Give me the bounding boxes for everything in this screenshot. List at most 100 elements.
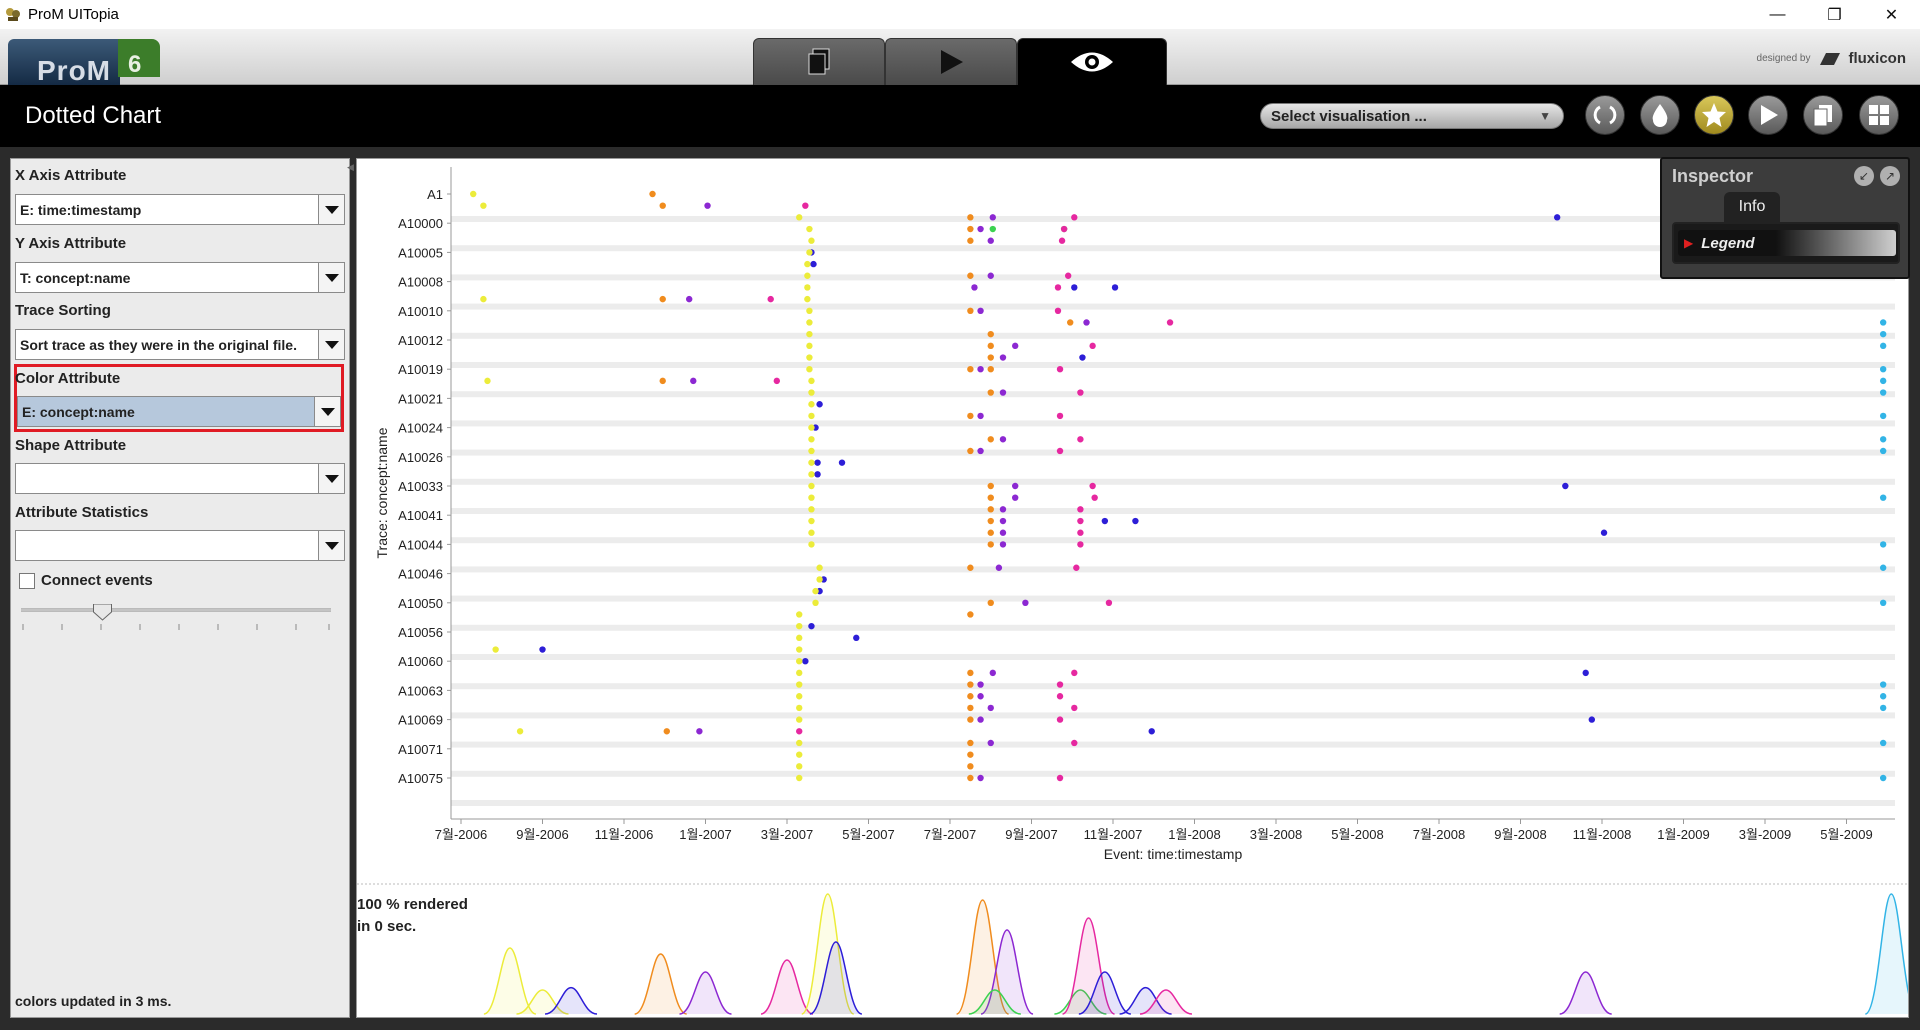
event-dot: [808, 506, 815, 513]
event-dot: [1879, 389, 1887, 396]
mode-tabs: [753, 38, 1167, 85]
event-dot: [1588, 716, 1596, 723]
refresh-icon: [1593, 105, 1617, 125]
x-axis-value: E: time:timestamp: [20, 202, 142, 218]
grid-button[interactable]: [1859, 95, 1899, 135]
event-dot: [977, 774, 984, 782]
inspector-body: ▶ Legend: [1672, 222, 1900, 264]
event-dot: [804, 260, 811, 268]
trace-sorting-value: Sort trace as they were in the original …: [20, 337, 297, 353]
x-tick-label: 1월-2009: [1657, 827, 1709, 842]
y-tick-label: A10050: [398, 596, 443, 611]
trace-sorting-select[interactable]: Sort trace as they were in the original …: [15, 329, 345, 360]
event-dot: [1089, 482, 1096, 490]
y-axis-select[interactable]: T: concept:name: [15, 262, 345, 293]
legend-toggle[interactable]: ▶ Legend: [1678, 230, 1896, 256]
views-tab[interactable]: [1017, 38, 1167, 85]
favorite-button[interactable]: [1694, 95, 1734, 135]
x-axis-title: Event: time:timestamp: [1104, 846, 1243, 862]
close-button[interactable]: ✕: [1863, 0, 1920, 29]
event-dot: [802, 202, 809, 209]
detach-icon[interactable]: ↗: [1880, 166, 1900, 186]
event-dot: [1879, 436, 1887, 443]
event-dot: [1879, 739, 1887, 747]
x-axis-select[interactable]: E: time:timestamp: [15, 194, 345, 225]
event-dot: [659, 295, 666, 303]
event-dot: [1056, 447, 1064, 455]
inspector-tab-info[interactable]: Info: [1724, 192, 1780, 222]
event-dot: [987, 494, 994, 501]
event-dot: [1132, 517, 1139, 525]
event-dot: [796, 681, 803, 688]
color-attribute-value: E: concept:name: [22, 404, 135, 420]
x-axis-label: X Axis Attribute: [15, 167, 127, 184]
event-dot: [971, 284, 978, 291]
prom-logo: ProM 6: [8, 39, 160, 86]
event-dot: [816, 564, 823, 571]
y-tick-label: A10069: [398, 713, 443, 728]
x-tick-label: 11월-2008: [1573, 827, 1632, 842]
connect-events-checkbox[interactable]: [19, 572, 35, 589]
inspector-panel: Inspector ↙ ↗ Info ▶ Legend: [1660, 157, 1910, 279]
actions-tab[interactable]: [885, 38, 1017, 85]
event-dot: [999, 354, 1007, 361]
restore-button[interactable]: ❐: [1806, 0, 1863, 29]
event-dot: [987, 541, 994, 548]
color-attribute-select[interactable]: E: concept:name: [17, 396, 341, 427]
event-dot: [539, 646, 546, 653]
event-dot: [987, 436, 994, 443]
event-dot: [989, 214, 996, 221]
event-dot: [987, 389, 994, 396]
y-tick-label: A10063: [398, 683, 443, 698]
row-band: [451, 770, 1895, 777]
size-slider[interactable]: [21, 604, 331, 634]
event-dot: [806, 330, 813, 338]
event-dot: [796, 622, 803, 630]
minimize-button[interactable]: —: [1749, 0, 1806, 29]
event-dot: [987, 704, 994, 712]
workspace-tab[interactable]: [753, 38, 885, 85]
event-dot: [767, 295, 774, 303]
event-dot: [1879, 564, 1887, 571]
collapse-icon[interactable]: ↙: [1854, 166, 1874, 186]
dotted-chart[interactable]: A1 A10000 A10005 A10008 A10010 A10012 A10019 A1…: [357, 159, 1908, 1017]
splitter-handle[interactable]: ◀: [347, 162, 354, 182]
visualisation-select[interactable]: Select visualisation ... ▼: [1260, 103, 1564, 129]
x-tick-label: 1월-2008: [1168, 827, 1220, 842]
event-dot: [808, 541, 815, 548]
event-dot: [967, 366, 974, 373]
copy-icon: [1813, 105, 1832, 127]
event-dot: [814, 459, 821, 466]
event-dot: [808, 401, 815, 408]
event-dot: [999, 506, 1007, 513]
chevron-down-icon: [314, 397, 340, 426]
event-dot: [999, 389, 1007, 396]
play-button[interactable]: [1748, 95, 1788, 135]
shape-attribute-select[interactable]: [15, 463, 345, 494]
event-dot: [987, 342, 994, 350]
event-dot: [704, 202, 711, 209]
drop-button[interactable]: [1640, 95, 1680, 135]
event-dot: [1879, 599, 1887, 606]
event-dot: [987, 529, 994, 536]
window-controls: — ❐ ✕: [1749, 0, 1920, 29]
event-dot: [1879, 541, 1887, 548]
render-status-time: in 0 sec.: [357, 918, 417, 935]
y-axis-label: Y Axis Attribute: [15, 235, 127, 252]
refresh-button[interactable]: [1585, 95, 1625, 135]
x-tick-label: 9월-2008: [1494, 827, 1546, 842]
event-dot: [806, 307, 813, 314]
event-dot: [814, 471, 821, 478]
event-dot: [1553, 214, 1561, 221]
inspector-title: Inspector: [1672, 166, 1754, 186]
row-band: [451, 391, 1895, 398]
slider-thumb[interactable]: [93, 604, 112, 621]
attribute-statistics-select[interactable]: [15, 530, 345, 561]
event-dot: [987, 366, 994, 373]
event-dot: [1077, 436, 1084, 443]
event-dot: [1879, 774, 1887, 782]
event-dot: [696, 728, 703, 735]
copy-button[interactable]: [1803, 95, 1843, 135]
event-dot: [470, 190, 477, 198]
row-band: [451, 595, 1895, 602]
